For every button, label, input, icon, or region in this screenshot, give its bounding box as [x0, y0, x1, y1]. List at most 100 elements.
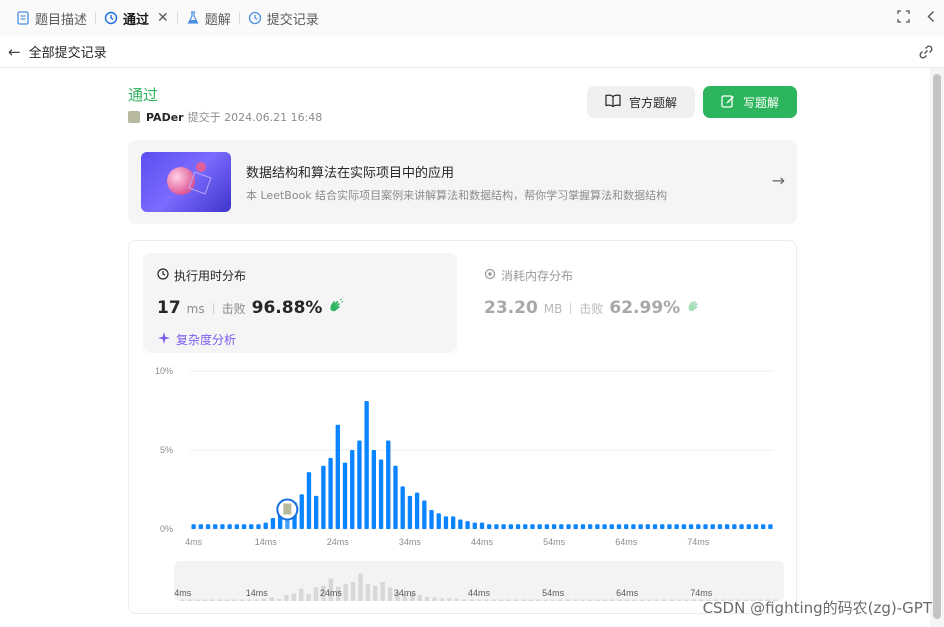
avatar[interactable]	[128, 111, 140, 123]
chart-bar	[501, 524, 506, 529]
chart-bar	[616, 524, 622, 529]
memory-beats-label: 击败	[579, 302, 604, 316]
overview-bar	[358, 573, 363, 601]
overview-bar	[210, 599, 215, 601]
chart-bar	[595, 524, 600, 529]
chart-bar	[652, 524, 658, 529]
chart-bar	[479, 522, 485, 529]
overview-bar	[447, 598, 452, 601]
leetbook-banner[interactable]: 数据结构和算法在实际项目中的应用 本 LeetBook 结合实际项目案例来讲解算…	[128, 140, 797, 224]
chart-bar	[566, 524, 571, 529]
chart-bar	[443, 516, 449, 529]
runtime-unit: ms	[186, 302, 205, 316]
overview-bar	[217, 599, 222, 601]
x-tick-label: 64ms	[615, 537, 638, 547]
overview-bar	[195, 599, 200, 601]
collapse-icon[interactable]	[926, 10, 936, 27]
overview-bar	[180, 599, 185, 601]
overview-bar	[187, 599, 193, 601]
overview-tick-label: 24ms	[320, 588, 343, 598]
overview-bar	[580, 599, 585, 601]
complexity-analysis-link[interactable]: 复杂度分析	[157, 331, 236, 348]
chart-bar	[414, 492, 420, 529]
overview-bar	[536, 599, 541, 601]
chart-bar	[378, 459, 384, 529]
tab-accepted-label: 通过	[123, 12, 150, 28]
chip-icon	[484, 268, 496, 283]
overview-bar	[499, 599, 504, 601]
overview-bar	[343, 584, 348, 601]
clap-icon	[328, 298, 344, 317]
document-icon	[16, 11, 30, 25]
tab-description-label: 题目描述	[35, 12, 88, 28]
chart-svg[interactable]: 10% 5% 0% 4ms 14ms 24ms 34ms 44ms 54ms 64ms 74ms 4m…	[129, 361, 796, 613]
submissions-header: ← 全部提交记录	[0, 36, 944, 68]
chart-bar	[609, 524, 614, 529]
tab-description[interactable]: 题目描述	[10, 0, 93, 36]
back-arrow-icon[interactable]: ←	[8, 43, 21, 61]
memory-beats: 62.99%	[609, 298, 681, 318]
link-icon[interactable]	[918, 44, 934, 64]
overview-bar	[202, 599, 208, 601]
memory-panel[interactable]: 消耗内存分布 23.20 MB 击败 62.99%	[470, 253, 784, 353]
chart-bar	[508, 524, 514, 529]
author-name[interactable]: PADer	[146, 111, 184, 124]
overview-bar	[432, 597, 437, 601]
history-icon	[104, 11, 118, 25]
chart-bar	[660, 524, 665, 529]
overview-bar	[484, 599, 489, 601]
tab-solutions-label: 题解	[204, 12, 231, 28]
overview-bar	[624, 599, 630, 601]
overview-bar	[254, 599, 259, 601]
all-submissions-link[interactable]: 全部提交记录	[29, 42, 107, 61]
close-icon[interactable]: ✕	[157, 10, 169, 26]
arrow-right-icon[interactable]: →	[772, 171, 785, 190]
overview-bar	[550, 599, 556, 601]
runtime-panel[interactable]: 执行用时分布 17 ms 击败 96.88% 复杂度分析	[143, 253, 457, 353]
edit-icon	[721, 94, 735, 111]
x-tick-label: 44ms	[471, 537, 494, 547]
chart-bar	[386, 440, 391, 529]
history-icon	[248, 11, 262, 25]
banner-image	[141, 152, 231, 212]
overview-bar	[558, 599, 563, 601]
complexity-analysis-label: 复杂度分析	[176, 333, 237, 347]
chart-bar	[285, 519, 290, 529]
chart-bar	[407, 495, 413, 529]
overview-bar	[469, 599, 474, 601]
x-tick-label: 54ms	[543, 537, 566, 547]
overview-bar	[676, 599, 682, 601]
overview-bar	[610, 599, 615, 601]
tab-divider	[95, 12, 97, 24]
fullscreen-icon[interactable]	[897, 9, 910, 27]
chart-bar	[530, 524, 535, 529]
memory-unit: MB	[543, 302, 563, 316]
overview-bar	[306, 593, 311, 601]
overview-bar	[661, 599, 667, 601]
runtime-distribution-chart[interactable]: 10% 5% 0% 4ms 14ms 24ms 34ms 44ms 54ms 64ms 74ms 4m…	[129, 361, 796, 613]
tab-submissions[interactable]: 提交记录	[242, 0, 325, 36]
runtime-beats: 96.88%	[251, 298, 323, 318]
chart-bar	[436, 513, 441, 529]
performance-card: 执行用时分布 17 ms 击败 96.88% 复杂度分析 消耗内存分布 23.2…	[128, 240, 797, 614]
overview-bar	[276, 598, 282, 601]
write-solution-button[interactable]: 写题解	[703, 86, 797, 118]
tabbar-actions	[897, 0, 936, 36]
submission-meta: PADer 提交于 2024.06.21 16:48	[128, 109, 322, 125]
chart-bar	[198, 524, 203, 529]
tab-accepted[interactable]: 通过 ✕	[98, 0, 175, 36]
scrollbar[interactable]	[930, 68, 944, 627]
overview-bar	[373, 586, 378, 601]
overview-bar	[313, 587, 319, 601]
chart-bar	[768, 524, 773, 529]
overview-bar	[424, 596, 430, 601]
chart-bar	[220, 524, 225, 529]
official-solution-button[interactable]: 官方题解	[587, 86, 695, 118]
chart-bar	[681, 524, 687, 529]
submitted-time: 提交于 2024.06.21 16:48	[187, 111, 323, 124]
watermark: CSDN @fighting的码农(zg)-GPT	[702, 599, 932, 617]
overview-bar	[521, 599, 526, 601]
chart-bar	[306, 472, 312, 529]
scrollbar-thumb[interactable]	[933, 74, 941, 619]
tab-solutions[interactable]: 题解	[180, 0, 237, 36]
